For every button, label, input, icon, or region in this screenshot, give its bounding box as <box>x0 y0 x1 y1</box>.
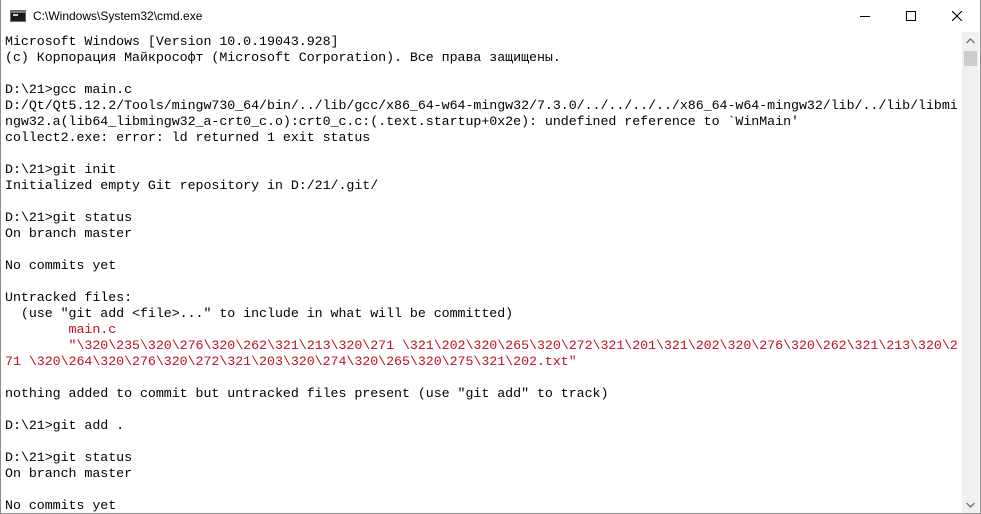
console-line: D:\21>git add . <box>5 418 125 433</box>
cmd-window: C:\Windows\System32\cmd.exe Microsoft Wi… <box>0 0 981 514</box>
close-icon <box>952 11 962 21</box>
console-output[interactable]: Microsoft Windows [Version 10.0.19043.92… <box>1 32 963 513</box>
chevron-up-icon <box>966 37 975 43</box>
console-line: (c) Корпорация Майкрософт (Microsoft Cor… <box>5 50 561 65</box>
console-line: Microsoft Windows [Version 10.0.19043.92… <box>5 34 339 49</box>
console-line: Untracked files: <box>5 290 133 305</box>
console-line: 71 \320\264\320\276\320\272\321\203\320\… <box>5 354 577 369</box>
console-line: D:\21>git init <box>5 162 117 177</box>
console-line: On branch master <box>5 226 133 241</box>
console-line: D:\21>git status <box>5 210 133 225</box>
minimize-button[interactable] <box>842 0 888 32</box>
maximize-icon <box>906 11 916 21</box>
chevron-down-icon <box>966 502 975 508</box>
console-line: No commits yet <box>5 258 117 273</box>
console-line: D:/Qt/Qt5.12.2/Tools/mingw730_64/bin/../… <box>5 98 958 113</box>
console-line: "\320\235\320\276\320\262\321\213\320\27… <box>5 338 958 353</box>
console-line: Initialized empty Git repository in D:/2… <box>5 178 379 193</box>
console-line: nothing added to commit but untracked fi… <box>5 386 609 401</box>
console-line: main.c <box>5 322 117 337</box>
maximize-button[interactable] <box>888 0 934 32</box>
scroll-down-button[interactable] <box>962 496 979 513</box>
scrollbar-thumb[interactable] <box>964 51 977 66</box>
caption-buttons <box>842 0 980 32</box>
console-line: No commits yet <box>5 498 117 513</box>
window-title: C:\Windows\System32\cmd.exe <box>33 9 203 23</box>
console-line: D:\21>gcc main.c <box>5 82 133 97</box>
scroll-up-button[interactable] <box>962 32 979 49</box>
console-line: ngw32.a(lib64_libmingw32_a-crt0_c.o):crt… <box>5 114 799 129</box>
console-line: D:\21>git status <box>5 450 133 465</box>
console-line: (use "git add <file>..." to include in w… <box>5 306 514 321</box>
console-line: collect2.exe: error: ld returned 1 exit … <box>5 130 371 145</box>
minimize-icon <box>860 16 870 17</box>
title-bar[interactable]: C:\Windows\System32\cmd.exe <box>1 0 980 32</box>
console-line: On branch master <box>5 466 133 481</box>
close-button[interactable] <box>934 0 980 32</box>
cmd-console-icon <box>10 10 26 22</box>
vertical-scrollbar[interactable] <box>962 32 979 513</box>
